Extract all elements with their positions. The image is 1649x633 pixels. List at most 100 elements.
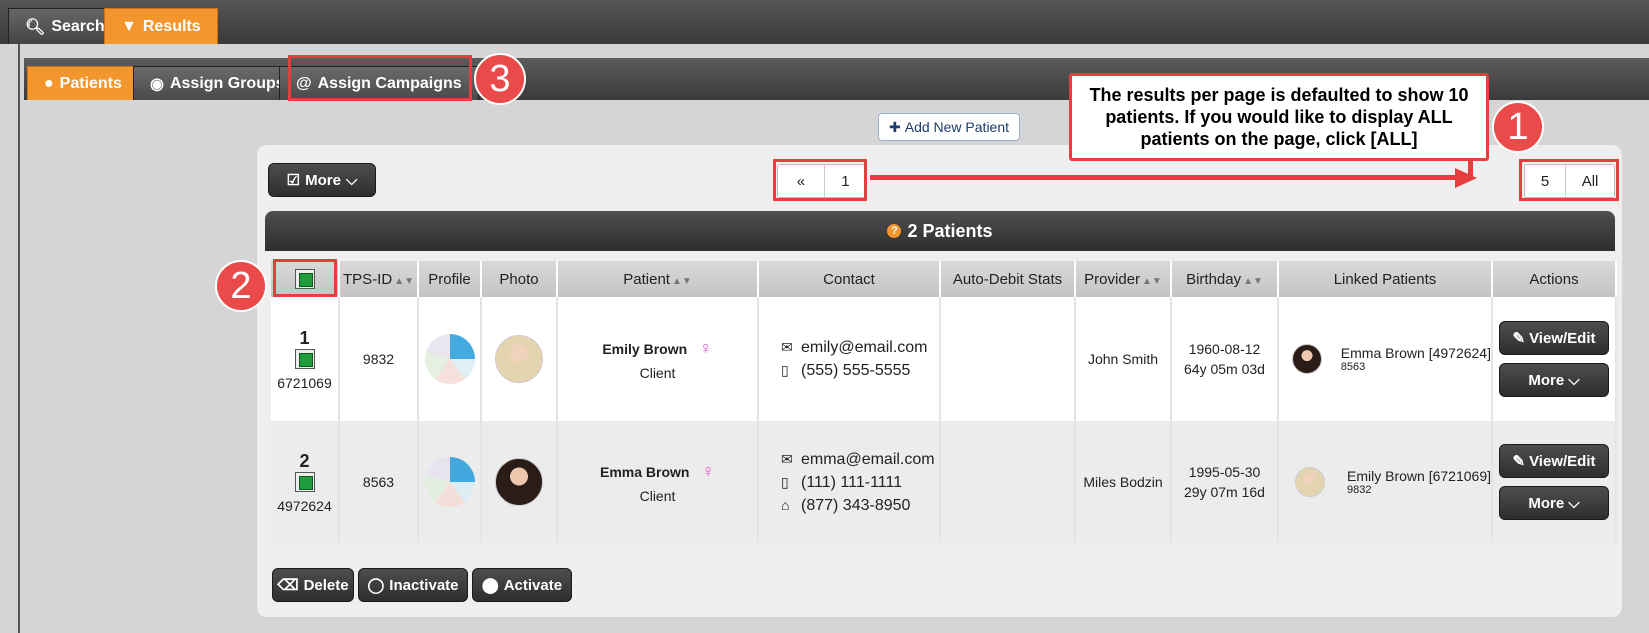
delete-button[interactable]: ⌫ Delete (272, 568, 354, 602)
col-birthday[interactable]: Birthday ▲▼ (1171, 261, 1279, 297)
groups-icon: ◉ (150, 75, 164, 93)
patient-name-cell: Emily Brown ♀ Client (557, 297, 759, 421)
per-page-5-button[interactable]: 5 (1525, 165, 1567, 197)
edit-icon: ✎ (1512, 330, 1526, 347)
help-icon: ? (887, 224, 902, 238)
linked-patients-cell: Emily Brown [6721069] 9832 (1278, 421, 1493, 543)
mobile-icon: ▯ (781, 473, 789, 490)
col-provider[interactable]: Provider ▲▼ (1075, 261, 1172, 297)
add-user-icon: ✚ (889, 118, 901, 135)
profile-cell[interactable] (418, 421, 482, 543)
tab-results[interactable]: ▼ Results (104, 8, 218, 44)
activate-button[interactable]: ⬤ Activate (472, 568, 572, 602)
at-icon: @ (296, 74, 312, 92)
col-actions: Actions (1492, 261, 1617, 297)
patients-header-bar: ? 2 Patients (265, 211, 1615, 251)
checkbox-icon: ☑ (286, 172, 301, 189)
annotation-arrow-line (870, 175, 1460, 180)
avatar (495, 458, 543, 506)
per-page-all-button[interactable]: All (1566, 165, 1614, 197)
auto-debit-cell (940, 421, 1076, 543)
trash-icon: ⌫ (277, 577, 299, 594)
annotation-marker-3: 3 (474, 53, 526, 105)
view-edit-button[interactable]: ✎ View/Edit (1499, 444, 1609, 478)
row-select-cell: 2 4972624 (271, 421, 340, 543)
add-new-patient-button[interactable]: ✚ Add New Patient (878, 113, 1021, 141)
annotation-arrow-head (1455, 168, 1477, 188)
patients-table: TPS-ID ▲▼ Profile Photo Patient ▲▼ Contact… (271, 261, 1617, 543)
table-header-row: TPS-ID ▲▼ Profile Photo Patient ▲▼ Contact… (271, 261, 1617, 297)
email-icon: ✉ (781, 450, 793, 467)
female-icon: ♀ (699, 337, 713, 358)
annotation-marker-2: 2 (215, 260, 267, 312)
top-nav-bar: 🔍︎ Search ▼ Results (0, 0, 1649, 44)
sort-icon: ▲▼ (1243, 275, 1263, 287)
home-icon: ⌂ (781, 496, 790, 513)
photo-cell (481, 297, 558, 421)
page-1-button[interactable]: 1 (825, 165, 866, 197)
inactivate-button[interactable]: ◯ Inactivate (358, 568, 468, 602)
col-tps-id[interactable]: TPS-ID ▲▼ (339, 261, 419, 297)
pagination: « 1 (777, 164, 867, 198)
tab-assign-groups[interactable]: ◉ Assign Groups (133, 66, 302, 100)
tps-id-cell: 9832 (339, 297, 419, 421)
sort-icon: ▲▼ (394, 275, 414, 287)
birthday-cell: 1960-08-12 64y 05m 03d (1171, 297, 1279, 421)
edit-icon: ✎ (1512, 453, 1526, 470)
birthday-cell: 1995-05-30 29y 07m 16d (1171, 421, 1279, 543)
contact-cell: ✉ emily@email.com ▯ (555) 555-5555 (758, 297, 941, 421)
filter-icon: ▼ (121, 17, 137, 35)
female-icon: ♀ (701, 460, 715, 481)
toggle-off-icon: ◯ (367, 577, 385, 594)
chevron-down-icon: ⌵ (345, 171, 358, 189)
select-all-header[interactable] (271, 261, 340, 297)
patient-name-cell: Emma Brown ♀ Client (557, 421, 759, 543)
row-more-button[interactable]: More ⌵ (1499, 363, 1609, 397)
col-patient[interactable]: Patient ▲▼ (557, 261, 759, 297)
patient-name[interactable]: Emily Brown (602, 341, 687, 357)
linked-patients-cell: Emma Brown [4972624] 8563 (1278, 297, 1493, 421)
select-all-checkbox[interactable] (294, 269, 315, 289)
row-checkbox[interactable] (294, 348, 315, 369)
mobile-icon: ▯ (781, 362, 789, 378)
patient-name[interactable]: Emma Brown (600, 464, 689, 480)
auto-debit-cell (940, 297, 1076, 421)
per-page-selector: 5 All (1524, 164, 1615, 198)
view-edit-button[interactable]: ✎ View/Edit (1499, 321, 1609, 355)
toggle-on-icon: ⬤ (481, 577, 499, 594)
annotation-callout: The results per page is defaulted to sho… (1069, 73, 1489, 161)
chevron-down-icon: ⌵ (1568, 371, 1580, 389)
patient-type: Client (639, 364, 676, 381)
patient-type: Client (639, 487, 676, 504)
contact-cell: ✉ emma@email.com ▯ (111) 111-1111 ⌂ (877) 3… (758, 421, 941, 543)
tab-patients[interactable]: ● Patients (27, 66, 139, 100)
col-linked-patients: Linked Patients (1278, 261, 1493, 297)
photo-cell (481, 421, 558, 543)
profile-chart-icon[interactable] (424, 334, 475, 384)
col-photo: Photo (481, 261, 558, 297)
sort-icon: ▲▼ (1142, 275, 1162, 287)
row-checkbox[interactable] (294, 471, 315, 492)
avatar (495, 335, 543, 383)
search-icon: 🔍︎ (25, 18, 46, 36)
table-row: 2 4972624 8563 Emma Brown ♀ Client ✉ emma@… (271, 421, 1617, 543)
tps-id-cell: 8563 (339, 421, 419, 543)
chevron-down-icon: ⌵ (1568, 494, 1580, 512)
profile-chart-icon[interactable] (424, 457, 475, 507)
col-auto-debit: Auto-Debit Stats (940, 261, 1076, 297)
table-row: 1 6721069 9832 Emily Brown ♀ Client ✉ emil… (271, 297, 1617, 421)
row-more-button[interactable]: More ⌵ (1499, 486, 1609, 520)
sort-icon: ▲▼ (671, 275, 692, 287)
provider-cell: John Smith (1075, 297, 1172, 421)
actions-cell: ✎ View/Edit More ⌵ (1492, 421, 1617, 543)
profile-cell[interactable] (418, 297, 482, 421)
email-icon: ✉ (781, 339, 793, 355)
tab-assign-campaigns[interactable]: @ Assign Campaigns (279, 66, 479, 100)
linked-avatar (1295, 467, 1326, 497)
first-page-button[interactable]: « (778, 165, 825, 197)
more-button[interactable]: ☑ More ⌵ (268, 163, 376, 197)
user-icon: ● (44, 74, 54, 92)
actions-cell: ✎ View/Edit More ⌵ (1492, 297, 1617, 421)
col-contact: Contact (758, 261, 941, 297)
linked-avatar (1291, 344, 1322, 374)
